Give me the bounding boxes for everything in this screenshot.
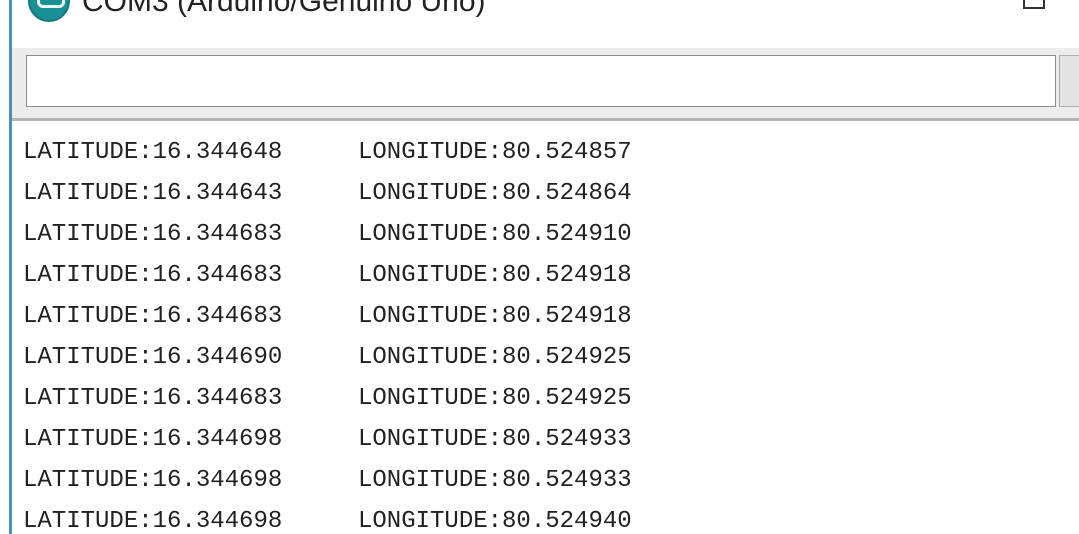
serial-output-line: LATITUDE:16.344698 LONGITUDE:80.524933 — [23, 420, 632, 460]
serial-output-line: LATITUDE:16.344648 LONGITUDE:80.524857 — [23, 133, 632, 173]
serial-output-line: LATITUDE:16.344643 LONGITUDE:80.524864 — [23, 174, 632, 214]
longitude-value: LONGITUDE:80.524940 — [358, 508, 632, 534]
latitude-value: LATITUDE:16.344698 — [23, 467, 283, 494]
longitude-value: LONGITUDE:80.524925 — [358, 385, 632, 412]
latitude-value: LATITUDE:16.344683 — [23, 221, 283, 248]
latitude-value: LATITUDE:16.344683 — [23, 385, 283, 412]
latitude-value: LATITUDE:16.344690 — [23, 344, 283, 371]
longitude-value: LONGITUDE:80.524918 — [358, 262, 632, 289]
maximize-icon[interactable] — [1023, 0, 1045, 9]
longitude-value: LONGITUDE:80.524864 — [358, 180, 632, 207]
serial-output-area[interactable]: LATITUDE:16.344648 LONGITUDE:80.524857 LAT… — [12, 121, 1079, 534]
latitude-value: LATITUDE:16.344698 — [23, 426, 283, 453]
longitude-value: LONGITUDE:80.524933 — [358, 467, 632, 494]
serial-output-line: LATITUDE:16.344698 LONGITUDE:80.524940 — [23, 502, 632, 534]
longitude-value: LONGITUDE:80.524918 — [358, 303, 632, 330]
longitude-value: LONGITUDE:80.524925 — [358, 344, 632, 371]
send-button[interactable] — [1059, 55, 1079, 107]
latitude-value: LATITUDE:16.344643 — [23, 180, 283, 207]
serial-monitor-window: COM3 (Arduino/Genuino Uno) LATITUDE:16.3… — [0, 0, 1079, 534]
latitude-value: LATITUDE:16.344683 — [23, 262, 283, 289]
window-title: COM3 (Arduino/Genuino Uno) — [82, 0, 486, 18]
serial-output-line: LATITUDE:16.344698 LONGITUDE:80.524933 — [23, 461, 632, 501]
serial-output-line: LATITUDE:16.344690 LONGITUDE:80.524925 — [23, 338, 632, 378]
arduino-icon — [28, 0, 70, 22]
latitude-value: LATITUDE:16.344683 — [23, 303, 283, 330]
longitude-value: LONGITUDE:80.524857 — [358, 139, 632, 166]
longitude-value: LONGITUDE:80.524910 — [358, 221, 632, 248]
send-toolbar — [12, 48, 1079, 118]
serial-output-line: LATITUDE:16.344683 LONGITUDE:80.524918 — [23, 297, 632, 337]
title-bar[interactable]: COM3 (Arduino/Genuino Uno) — [12, 0, 1079, 48]
send-input[interactable] — [26, 55, 1056, 107]
serial-output-line: LATITUDE:16.344683 LONGITUDE:80.524925 — [23, 379, 632, 419]
serial-output-line: LATITUDE:16.344683 LONGITUDE:80.524918 — [23, 256, 632, 296]
latitude-value: LATITUDE:16.344648 — [23, 139, 283, 166]
latitude-value: LATITUDE:16.344698 — [23, 508, 283, 534]
longitude-value: LONGITUDE:80.524933 — [358, 426, 632, 453]
serial-output-line: LATITUDE:16.344683 LONGITUDE:80.524910 — [23, 215, 632, 255]
